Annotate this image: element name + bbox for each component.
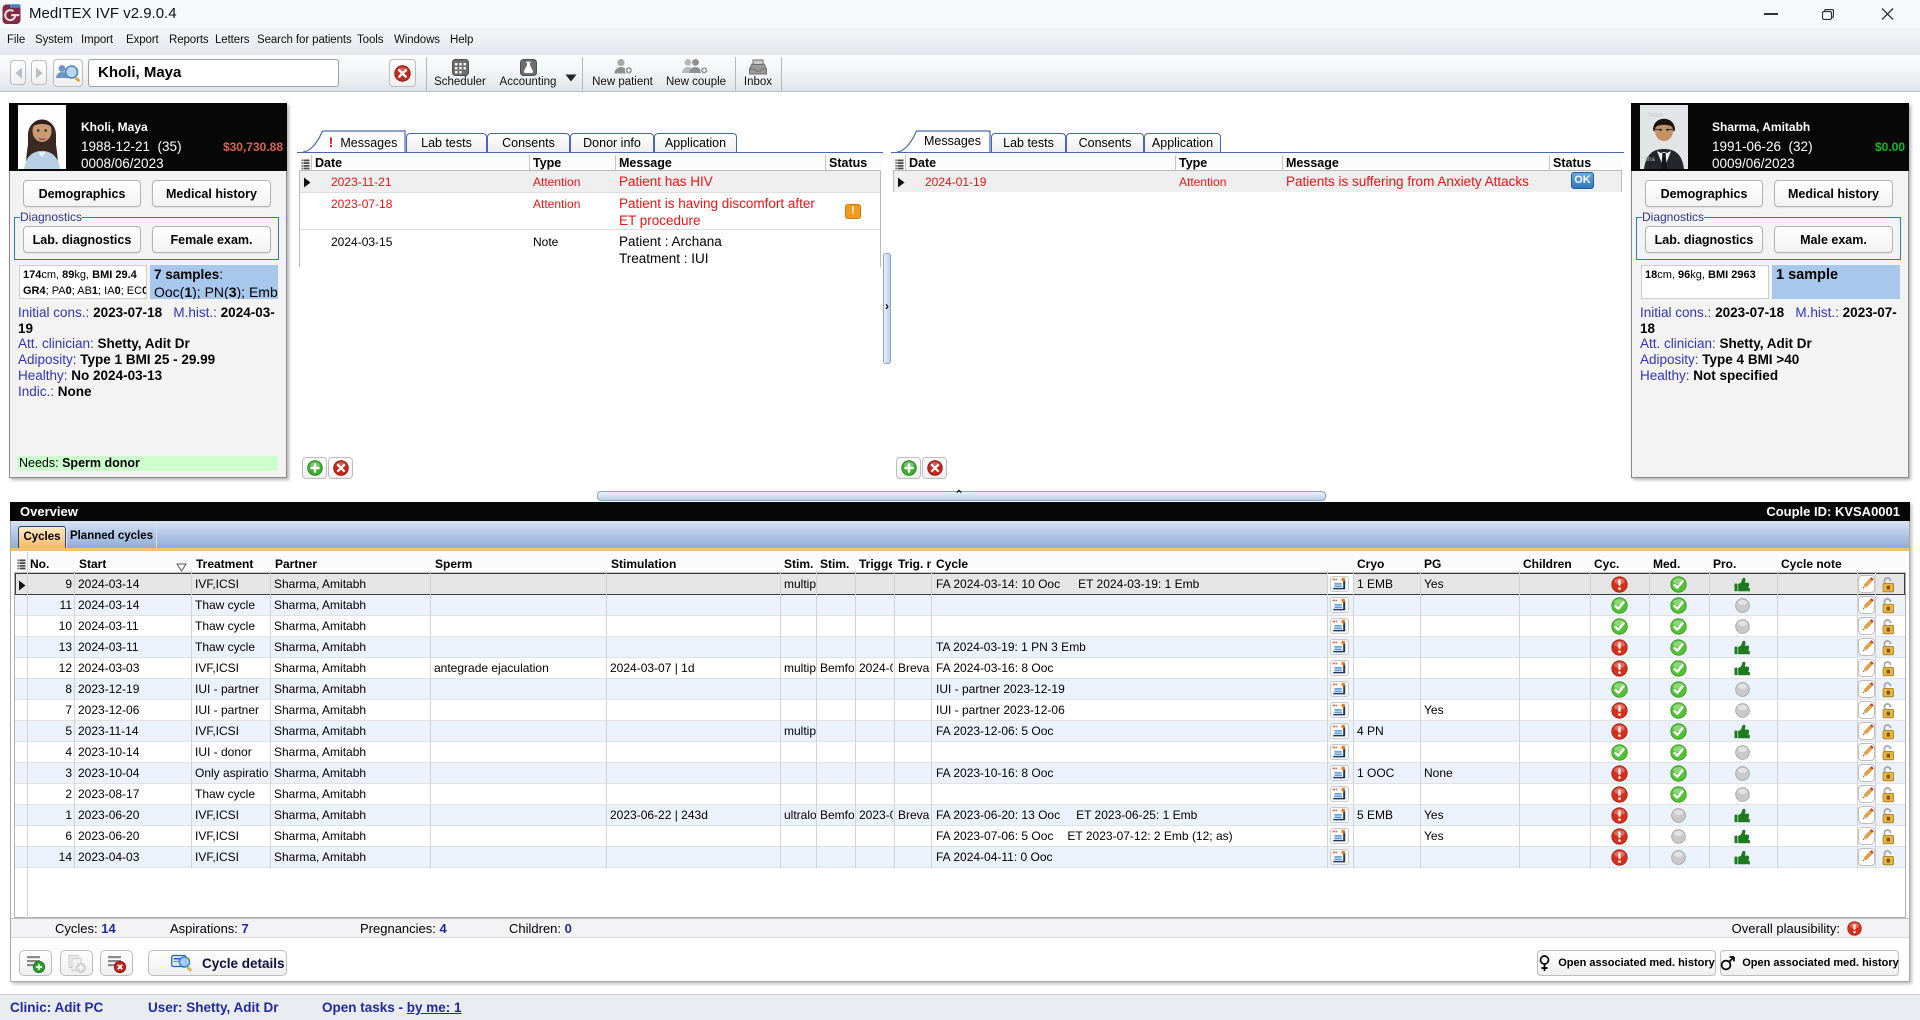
svg-text:Stock: Stock xyxy=(1648,113,1664,119)
svg-text:Sha: Sha xyxy=(1644,157,1655,163)
